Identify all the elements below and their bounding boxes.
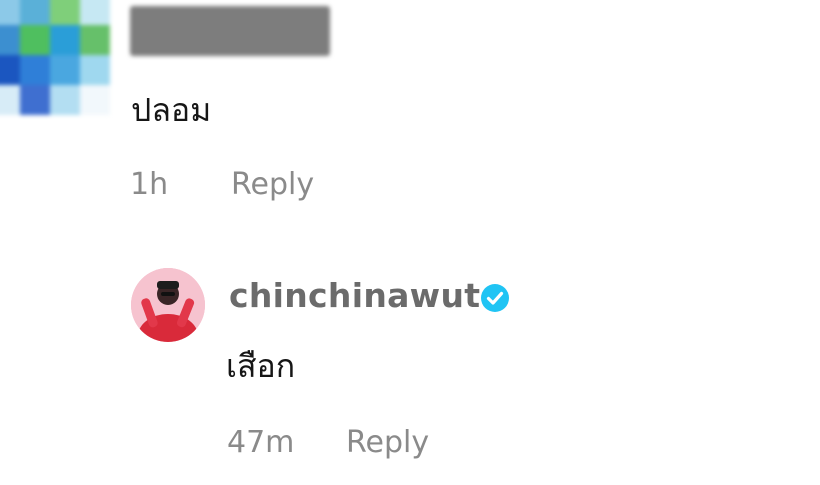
comment-timestamp: 1h bbox=[130, 167, 169, 202]
reply-button[interactable]: Reply bbox=[231, 170, 314, 200]
avatar-person-image bbox=[131, 268, 205, 342]
reply-button[interactable]: Reply bbox=[346, 428, 429, 458]
commenter-avatar-blurred[interactable] bbox=[0, 0, 112, 127]
comment-thread: ปลอม 1h Reply chinchinawut เสือก 47m Rep… bbox=[0, 0, 820, 485]
comment-text: เสือก bbox=[226, 347, 296, 385]
verified-badge-icon bbox=[481, 284, 509, 312]
username-redacted[interactable] bbox=[130, 6, 330, 56]
author-avatar[interactable] bbox=[131, 268, 205, 342]
comment-timestamp: 47m bbox=[227, 425, 295, 460]
comment-text: ปลอม bbox=[131, 91, 212, 129]
author-username[interactable]: chinchinawut bbox=[229, 279, 480, 312]
